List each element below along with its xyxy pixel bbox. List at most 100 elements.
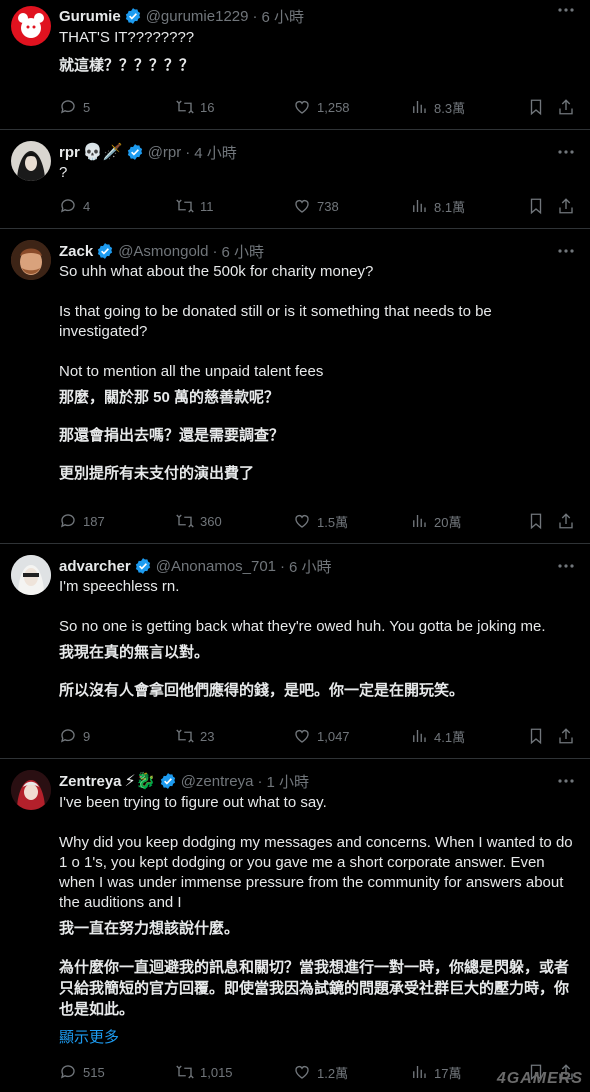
bookmark-button[interactable] bbox=[527, 511, 545, 531]
avatar[interactable] bbox=[11, 770, 51, 810]
more-icon[interactable] bbox=[556, 773, 576, 789]
share-button[interactable] bbox=[557, 196, 575, 216]
text-line: THAT'S IT???????? bbox=[59, 29, 195, 46]
views-button[interactable]: 8.1萬 bbox=[410, 196, 465, 216]
tweet-text: I'm speechless rn. So no one is getting … bbox=[59, 577, 574, 701]
timestamp[interactable]: 4 小時 bbox=[194, 142, 237, 163]
reply-count: 187 bbox=[83, 513, 105, 529]
more-icon[interactable] bbox=[556, 144, 576, 160]
view-count: 17萬 bbox=[434, 1065, 462, 1081]
avatar[interactable] bbox=[11, 141, 51, 181]
separator: · bbox=[185, 143, 191, 161]
bookmark-button[interactable] bbox=[527, 196, 545, 216]
text-line: 那麼，關於那 50 萬的慈善款呢？ bbox=[59, 389, 280, 406]
timestamp[interactable]: 6 小時 bbox=[289, 556, 332, 577]
text-line: 更別提所有未支付的演出費了 bbox=[59, 465, 255, 482]
handle[interactable]: @Asmongold bbox=[118, 243, 208, 260]
timestamp[interactable]: 6 小時 bbox=[221, 241, 264, 262]
handle[interactable]: @rpr bbox=[148, 144, 182, 161]
repost-button[interactable]: 11 bbox=[176, 196, 214, 216]
views-button[interactable]: 20萬 bbox=[410, 511, 461, 531]
timestamp[interactable]: 6 小時 bbox=[261, 6, 304, 27]
views-icon bbox=[410, 727, 428, 745]
handle[interactable]: @zentreya bbox=[181, 773, 254, 790]
repost-button[interactable]: 23 bbox=[176, 726, 214, 746]
repost-icon bbox=[176, 512, 194, 530]
share-button[interactable] bbox=[557, 726, 575, 746]
handle[interactable]: @Anonamos_701 bbox=[156, 558, 276, 575]
tweet-4[interactable]: advarcher @Anonamos_701 · 6 小時 I'm speec… bbox=[0, 544, 590, 759]
reply-button[interactable]: 9 bbox=[59, 726, 90, 746]
reply-button[interactable]: 5 bbox=[59, 97, 90, 117]
like-button[interactable]: 738 bbox=[293, 196, 339, 216]
display-name[interactable]: rpr bbox=[59, 144, 80, 161]
view-count: 20萬 bbox=[434, 514, 462, 530]
display-name[interactable]: Zack bbox=[59, 243, 93, 260]
more-icon[interactable] bbox=[556, 558, 576, 574]
reply-button[interactable]: 515 bbox=[59, 1062, 105, 1082]
handle[interactable]: @gurumie1229 bbox=[146, 8, 249, 25]
like-count: 738 bbox=[317, 198, 339, 214]
reply-button[interactable]: 187 bbox=[59, 511, 105, 531]
separator: · bbox=[252, 7, 258, 25]
tweet-5[interactable]: Zentreya ⚡🐉 @zentreya · 1 小時 I've been t… bbox=[0, 759, 590, 1092]
like-count: 1,258 bbox=[317, 99, 350, 115]
text-line: So no one is getting back what they're o… bbox=[59, 618, 546, 635]
text-line: So uhh what about the 500k for charity m… bbox=[59, 263, 374, 280]
like-button[interactable]: 1,258 bbox=[293, 97, 350, 117]
repost-button[interactable]: 1,015 bbox=[176, 1062, 233, 1082]
share-icon bbox=[557, 197, 575, 215]
repost-button[interactable]: 360 bbox=[176, 511, 222, 531]
bookmark-icon bbox=[527, 512, 545, 530]
share-button[interactable] bbox=[557, 511, 575, 531]
views-button[interactable]: 8.3萬 bbox=[410, 97, 465, 117]
show-more-link[interactable]: 顯示更多 bbox=[59, 1028, 574, 1048]
avatar[interactable] bbox=[11, 555, 51, 595]
like-button[interactable]: 1.5萬 bbox=[293, 511, 348, 531]
avatar[interactable] bbox=[11, 240, 51, 280]
bookmark-button[interactable] bbox=[527, 97, 545, 117]
action-bar: 5 16 1,258 8.3萬 bbox=[0, 97, 590, 117]
bookmark-button[interactable] bbox=[527, 726, 545, 746]
avatar[interactable] bbox=[11, 6, 51, 46]
share-icon bbox=[557, 512, 575, 530]
tweet-2[interactable]: rpr 💀🗡️ @rpr · 4 小時 ? 4 11 738 8.1萬 bbox=[0, 130, 590, 229]
more-icon[interactable] bbox=[556, 243, 576, 259]
tweet-text: So uhh what about the 500k for charity m… bbox=[59, 262, 574, 484]
like-button[interactable]: 1,047 bbox=[293, 726, 350, 746]
reply-icon bbox=[59, 197, 77, 215]
text-line: Is that going to be donated still or is … bbox=[59, 303, 492, 340]
repost-count: 16 bbox=[200, 99, 215, 115]
share-icon bbox=[557, 98, 575, 116]
tweet-text: I've been trying to figure out what to s… bbox=[59, 793, 574, 1048]
share-icon bbox=[557, 727, 575, 745]
like-icon bbox=[293, 98, 311, 116]
text-line: 就這樣？？？？？？ bbox=[59, 57, 195, 74]
repost-button[interactable]: 16 bbox=[176, 97, 214, 117]
like-count: 1,047 bbox=[317, 728, 350, 744]
reply-icon bbox=[59, 98, 77, 116]
display-name[interactable]: Gurumie bbox=[59, 8, 121, 25]
display-name[interactable]: Zentreya bbox=[59, 773, 122, 790]
timestamp[interactable]: 1 小時 bbox=[266, 771, 309, 792]
views-button[interactable]: 17萬 bbox=[410, 1062, 461, 1082]
like-icon bbox=[293, 512, 311, 530]
tweet-1[interactable]: Gurumie @gurumie1229 · 6 小時 THAT'S IT???… bbox=[0, 0, 590, 130]
tweet-3[interactable]: Zack @Asmongold · 6 小時 So uhh what about… bbox=[0, 229, 590, 544]
share-button[interactable] bbox=[557, 97, 575, 117]
reply-count: 5 bbox=[83, 99, 91, 115]
bookmark-icon bbox=[527, 727, 545, 745]
reply-button[interactable]: 4 bbox=[59, 196, 90, 216]
more-icon[interactable] bbox=[556, 2, 576, 18]
views-button[interactable]: 4.1萬 bbox=[410, 726, 465, 746]
like-button[interactable]: 1.2萬 bbox=[293, 1062, 348, 1082]
like-icon bbox=[293, 197, 311, 215]
repost-icon bbox=[176, 727, 194, 745]
tweet-text: ? bbox=[59, 163, 574, 183]
repost-icon bbox=[176, 197, 194, 215]
verified-icon bbox=[134, 557, 152, 575]
text-line: 我一直在努力想該說什麼。 bbox=[59, 920, 240, 937]
display-name[interactable]: advarcher bbox=[59, 558, 131, 575]
separator: · bbox=[280, 557, 286, 575]
reply-icon bbox=[59, 727, 77, 745]
